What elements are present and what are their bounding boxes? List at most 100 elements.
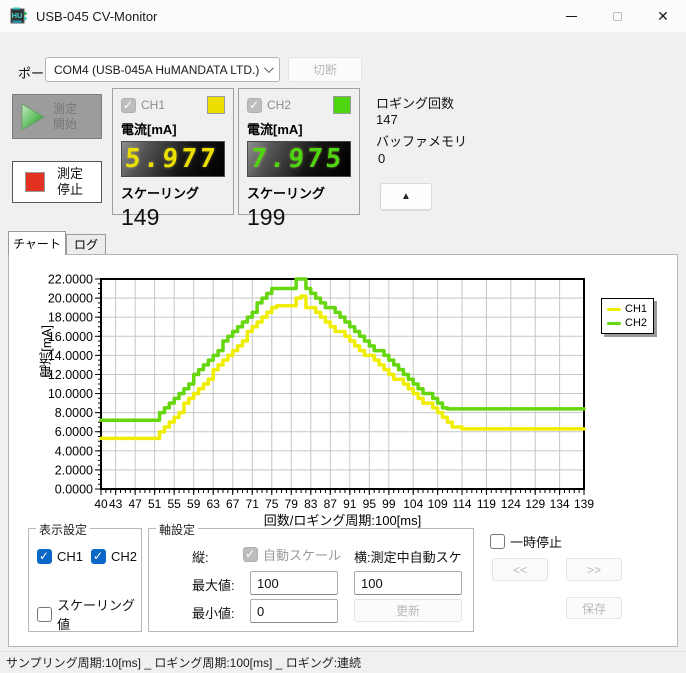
channel-panel-ch2: CH2 電流[mA] 7.975 スケーリング 199 — [238, 88, 360, 215]
ch2-scaling-label: スケーリング — [247, 183, 351, 202]
svg-text:回数/ロギング周期:100[ms]: 回数/ロギング周期:100[ms] — [264, 513, 421, 528]
svg-text:63: 63 — [207, 497, 221, 511]
svg-text:2.0000: 2.0000 — [55, 463, 93, 477]
scroll-forward-button[interactable]: >> — [566, 558, 622, 581]
y-axis-label: 電流[mA] — [37, 325, 56, 378]
svg-text:6.0000: 6.0000 — [55, 425, 93, 439]
svg-text:10.0000: 10.0000 — [48, 387, 93, 401]
stop-measure-button[interactable]: 測定停止 — [12, 161, 102, 203]
display-ch2-checkbox[interactable]: CH2 — [91, 549, 137, 564]
ch2-scaling-value: 199 — [247, 204, 351, 231]
vertical-axis-label: 縦: — [192, 547, 209, 566]
ch1-unit-label: 電流[mA] — [121, 119, 225, 138]
play-icon — [21, 103, 45, 131]
app-icon: HU — [9, 7, 27, 25]
svg-text:8.0000: 8.0000 — [55, 406, 93, 420]
pause-checkbox[interactable]: 一時停止 — [490, 532, 562, 551]
maximize-icon — [613, 12, 622, 21]
svg-text:139: 139 — [574, 497, 594, 511]
disconnect-button[interactable]: 切断 — [288, 57, 362, 82]
ch2-name: CH2 — [267, 98, 333, 112]
line-chart: 0.00002.00004.00006.00008.000010.000012.… — [31, 263, 607, 531]
port-combobox[interactable]: COM4 (USB-045A HuMANDATA LTD.) — [45, 57, 280, 82]
svg-text:47: 47 — [128, 497, 142, 511]
max-value-label: 最大値: — [192, 575, 235, 594]
start-label-line1: 測定 — [53, 102, 77, 116]
statusbar-text: サンプリング周期:10[ms] _ ロギング周期:100[ms] _ ロギング:… — [6, 654, 361, 671]
axis-settings-title: 軸設定 — [156, 521, 198, 538]
ch1-seven-segment-display: 5.977 — [121, 141, 225, 177]
ch1-enable-checkbox[interactable] — [121, 98, 136, 113]
svg-text:95: 95 — [363, 497, 377, 511]
tab-log[interactable]: ログ — [66, 234, 106, 255]
svg-text:99: 99 — [382, 497, 396, 511]
svg-text:18.0000: 18.0000 — [48, 311, 93, 325]
axis-settings-group: 軸設定 縦: 自動スケール 横:測定中自動スケール 最大値: 最小値: 更新 — [148, 528, 474, 632]
save-button[interactable]: 保存 — [566, 597, 622, 619]
app-window: HU USB-045 CV-Monitor ✕ ポート COM4 (USB-04… — [0, 0, 686, 673]
buffer-memory-value: 0 — [378, 151, 385, 166]
ch2-color-swatch — [333, 96, 351, 114]
legend-label: CH2 — [625, 317, 647, 329]
start-label-line2: 開始 — [53, 117, 77, 131]
svg-text:129: 129 — [525, 497, 545, 511]
legend-line-icon — [607, 308, 621, 311]
ch1-color-swatch — [207, 96, 225, 114]
svg-text:55: 55 — [168, 497, 182, 511]
max-value-input[interactable] — [250, 571, 338, 595]
svg-text:67: 67 — [226, 497, 240, 511]
scaling-check-icon — [37, 607, 52, 622]
ch2-enable-checkbox[interactable] — [247, 98, 262, 113]
min-value-input[interactable] — [250, 599, 338, 623]
ch1-scaling-label: スケーリング — [121, 183, 225, 202]
svg-text:109: 109 — [428, 497, 448, 511]
svg-text:87: 87 — [324, 497, 338, 511]
ch2-value: 7.975 — [249, 142, 345, 176]
ch1-value: 5.977 — [123, 142, 219, 176]
ch1-scaling-value: 149 — [121, 204, 225, 231]
autoscale-check-icon — [243, 547, 258, 562]
svg-text:124: 124 — [501, 497, 521, 511]
update-button[interactable]: 更新 — [354, 599, 462, 622]
buffer-memory-label: バッファメモリ — [376, 131, 467, 150]
min-value-label: 最小値: — [192, 603, 235, 622]
svg-text:4.0000: 4.0000 — [55, 444, 93, 458]
channel-panel-ch1: CH1 電流[mA] 5.977 スケーリング 149 — [112, 88, 234, 215]
stop-label-line1: 測定 — [57, 166, 83, 181]
pause-check-icon — [490, 534, 505, 549]
display-scaling-checkbox[interactable]: スケーリング値 — [37, 595, 141, 633]
svg-text:22.0000: 22.0000 — [48, 273, 93, 287]
autoscale-checkbox[interactable]: 自動スケール — [243, 545, 341, 564]
display-settings-title: 表示設定 — [36, 521, 90, 538]
chevron-down-icon — [264, 63, 274, 73]
x-range-input[interactable] — [354, 571, 462, 595]
chart-legend: CH1CH2 — [601, 298, 654, 334]
tab-chart[interactable]: チャート — [8, 231, 66, 255]
svg-text:0.0000: 0.0000 — [55, 483, 93, 497]
ch2-unit-label: 電流[mA] — [247, 119, 351, 138]
legend-line-icon — [607, 322, 621, 325]
maximize-button[interactable] — [594, 0, 640, 32]
svg-text:83: 83 — [304, 497, 318, 511]
ch2-check-icon — [91, 549, 106, 564]
svg-text:134: 134 — [550, 497, 570, 511]
logging-count-value: 147 — [376, 112, 398, 127]
ch1-name: CH1 — [141, 98, 207, 112]
scroll-back-button[interactable]: << — [492, 558, 548, 581]
svg-text:71: 71 — [246, 497, 260, 511]
ch2-seven-segment-display: 7.975 — [247, 141, 351, 177]
close-button[interactable]: ✕ — [640, 0, 686, 32]
svg-text:51: 51 — [148, 497, 162, 511]
minimize-icon — [566, 16, 577, 17]
svg-text:HU: HU — [12, 11, 23, 20]
svg-text:79: 79 — [285, 497, 299, 511]
minimize-button[interactable] — [548, 0, 594, 32]
svg-text:119: 119 — [477, 497, 496, 511]
start-measure-button[interactable]: 測定開始 — [12, 94, 102, 139]
svg-text:20.0000: 20.0000 — [48, 292, 93, 306]
ch1-check-icon — [37, 549, 52, 564]
legend-label: CH1 — [625, 303, 647, 315]
collapse-panel-button[interactable]: ▲ — [380, 183, 432, 210]
window-title: USB-045 CV-Monitor — [36, 9, 157, 24]
display-ch1-checkbox[interactable]: CH1 — [37, 549, 83, 564]
